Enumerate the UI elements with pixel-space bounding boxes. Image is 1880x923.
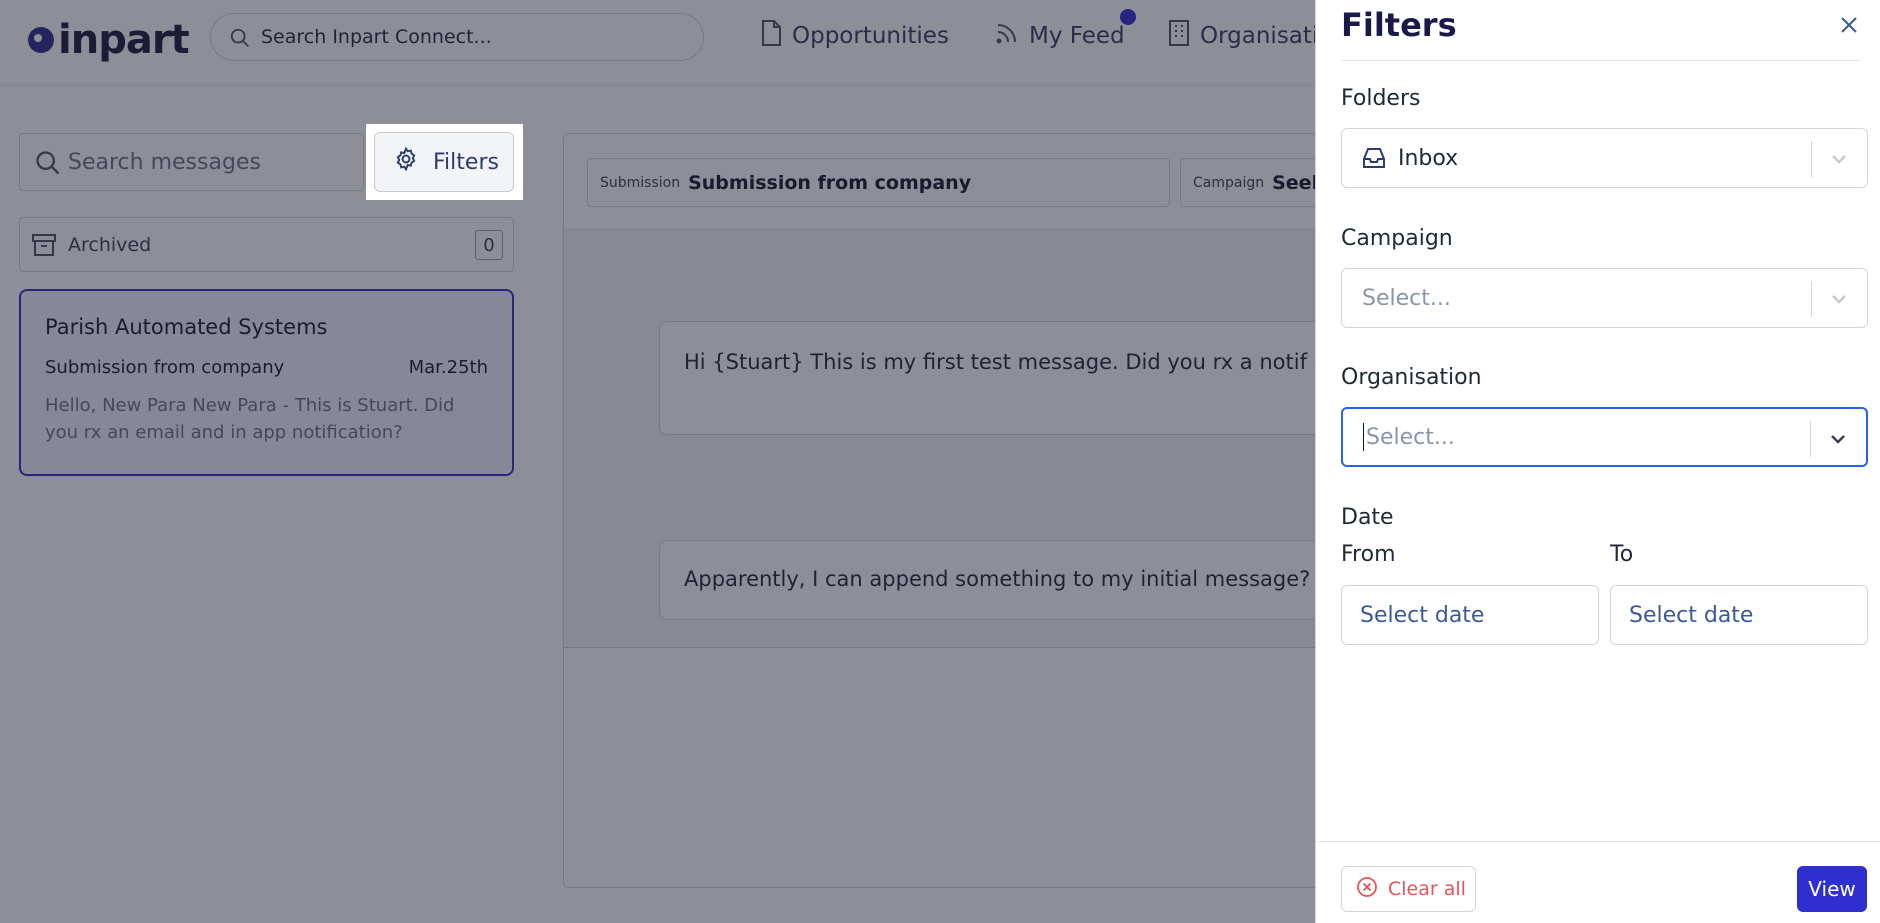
to-label: To [1610,542,1634,567]
filters-button-label: Filters [433,149,499,175]
folders-select-value: Inbox [1398,145,1459,171]
filters-button[interactable]: Filters [374,132,514,192]
organisation-select-placeholder: Select... [1366,424,1455,450]
drawer-divider [1341,60,1861,61]
campaign-filter-label: Campaign [1341,226,1453,251]
gear-icon [393,146,419,178]
from-date-placeholder: Select date [1360,602,1485,628]
inbox-icon [1362,147,1386,175]
drawer-title: Filters [1341,6,1457,44]
from-date-input[interactable]: Select date [1341,585,1599,645]
folders-label: Folders [1341,86,1421,111]
filters-drawer: Filters Folders Inbox Campaign Select...… [1315,0,1880,923]
date-filter-label: Date [1341,505,1394,530]
organisation-select[interactable]: Select... [1341,407,1868,467]
chevron-down-icon[interactable] [1829,289,1849,315]
to-date-input[interactable]: Select date [1610,585,1868,645]
chevron-down-icon[interactable] [1828,429,1848,455]
text-cursor [1363,423,1364,451]
clear-all-label: Clear all [1388,878,1466,900]
select-separator [1811,281,1812,317]
from-label: From [1341,542,1396,567]
chevron-down-icon[interactable] [1829,149,1849,175]
campaign-select[interactable]: Select... [1341,268,1868,328]
close-icon[interactable] [1838,14,1860,36]
campaign-select-placeholder: Select... [1362,285,1451,311]
select-separator [1810,421,1811,457]
organisation-filter-label: Organisation [1341,365,1482,390]
clear-all-button[interactable]: Clear all [1341,866,1476,912]
drawer-footer-divider [1316,841,1880,842]
view-button[interactable]: View [1797,866,1867,912]
folders-select[interactable]: Inbox [1341,128,1868,188]
select-separator [1811,141,1812,177]
to-date-placeholder: Select date [1629,602,1754,628]
clear-circle-icon [1356,876,1378,903]
